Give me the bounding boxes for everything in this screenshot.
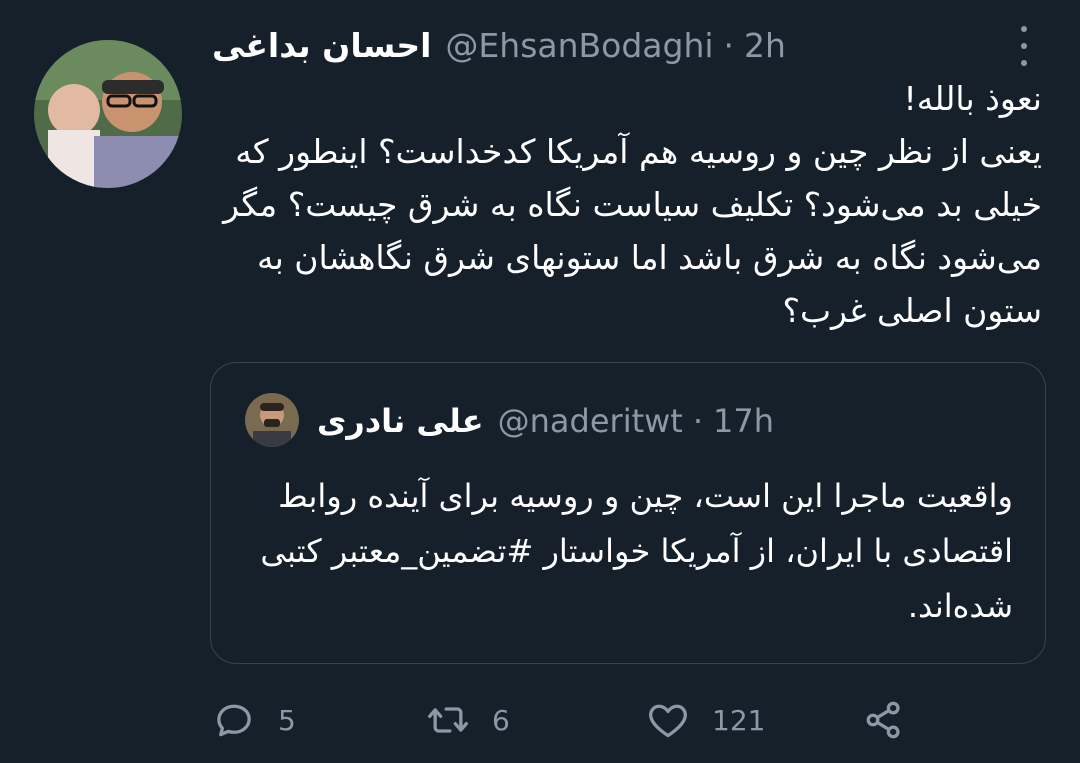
tweet-timestamp[interactable]: 2h <box>744 26 786 65</box>
separator-dot: · <box>692 402 704 440</box>
quoted-author-handle: @naderitwt <box>497 402 683 440</box>
retweet-icon <box>428 707 468 733</box>
quoted-tweet-card[interactable]: علی نادری @naderitwt · 17h واقعیت ماجرا … <box>210 362 1046 664</box>
author-avatar[interactable] <box>34 40 182 188</box>
quoted-author-name: علی نادری <box>317 402 484 440</box>
heart-icon <box>649 704 687 738</box>
tweet-text: نعوذ بالله! یعنی از نظر چین و روسیه هم آ… <box>223 79 1042 330</box>
separator-dot: · <box>723 25 735 65</box>
tweet-header: احسان بداغی @EhsanBodaghi · 2h <box>212 20 812 70</box>
quoted-author-avatar <box>245 393 299 447</box>
quoted-tweet-header: علی نادری @naderitwt · 17h <box>317 397 774 445</box>
retweet-count: 6 <box>492 703 510 737</box>
reply-button[interactable]: 5 <box>212 692 296 748</box>
more-dot <box>1021 60 1027 66</box>
more-dot <box>1021 43 1027 49</box>
share-button[interactable] <box>862 692 906 748</box>
reply-icon <box>217 704 251 737</box>
quoted-tweet-text: واقعیت ماجرا این است، چین و روسیه برای آ… <box>260 477 1013 625</box>
quoted-tweet-timestamp: 17h <box>713 402 775 440</box>
reply-count: 5 <box>278 703 296 737</box>
author-name[interactable]: احسان بداغی <box>212 26 431 65</box>
like-button[interactable]: 121 <box>646 692 765 748</box>
more-dot <box>1021 26 1027 32</box>
share-icon <box>866 701 900 739</box>
like-count: 121 <box>712 703 766 737</box>
author-handle[interactable]: @EhsanBodaghi <box>445 26 713 65</box>
retweet-button[interactable]: 6 <box>426 692 510 748</box>
tweet-action-bar: 5 6 121 <box>212 692 932 748</box>
more-options-icon[interactable] <box>1012 26 1036 66</box>
